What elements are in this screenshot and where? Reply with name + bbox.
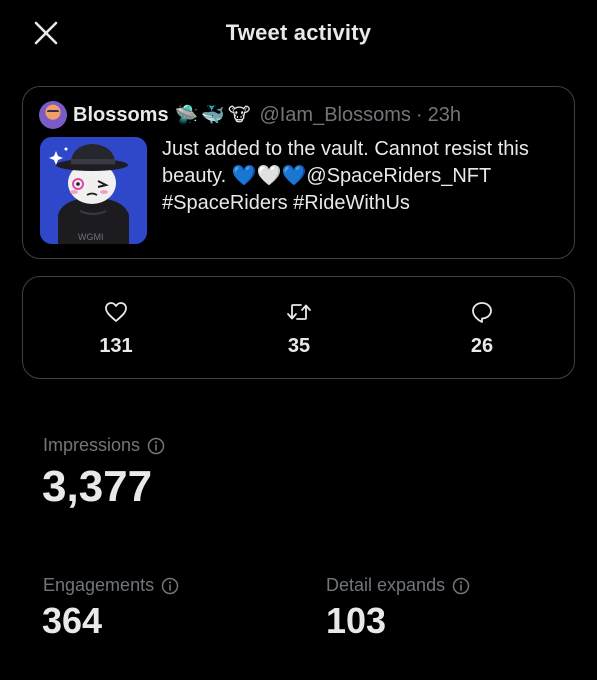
blue-heart-emoji: 💙 [231, 165, 257, 187]
info-icon[interactable] [147, 437, 165, 455]
whale-emoji: 🐳 [201, 105, 225, 126]
display-name[interactable]: Blossoms [73, 104, 169, 127]
retweet-icon [286, 299, 312, 325]
ufo-emoji: 🛸 [174, 105, 199, 126]
tweet-text-beauty: beauty. [162, 165, 232, 187]
tweet-meta: Blossoms 🛸 🐳 🐮 @Iam_Blossoms · 23h [39, 101, 461, 129]
replies-count: 26 [470, 335, 494, 357]
separator: · [415, 103, 423, 126]
detail-expands-label-row: Detail expands [326, 575, 470, 596]
likes-count: 131 [99, 335, 133, 357]
cow-emoji: 🐮 [227, 104, 251, 126]
detail-expands-value: 103 [326, 600, 387, 641]
heart-icon [103, 299, 129, 325]
tweet-activity-page: Tweet activity Blossoms 🛸 🐳 🐮 @Iam_Bloss… [0, 0, 597, 680]
detail-expands-label: Detail expands [326, 575, 446, 595]
engagements-value: 364 [42, 600, 103, 641]
tweet-text-line-2: beauty. 💙🤍💙@SpaceRiders_NFT [162, 163, 562, 190]
avatar[interactable] [39, 101, 67, 129]
engagements-label: Engagements [43, 575, 155, 595]
impressions-label: Impressions [43, 435, 141, 455]
engagement-stats-card: 131 35 26 [22, 276, 575, 379]
engagements-label-row: Engagements [43, 575, 179, 596]
impressions-value: 3,377 [42, 462, 153, 511]
tweet-image[interactable]: WGMI [40, 137, 147, 244]
likes-stat[interactable]: 131 [66, 299, 166, 358]
tweet-text-line-1: Just added to the vault. Cannot resist t… [162, 138, 529, 160]
user-handle[interactable]: @Iam_Blossoms [259, 104, 410, 127]
page-title: Tweet activity [225, 20, 372, 45]
white-heart-emoji: 🤍 [256, 165, 282, 187]
header: Tweet activity [0, 0, 597, 64]
impressions-label-row: Impressions [43, 435, 165, 456]
image-watermark: WGMI [78, 232, 104, 242]
info-icon[interactable] [452, 577, 470, 595]
reply-icon [469, 299, 495, 325]
hashtags[interactable]: #SpaceRiders #RideWithUs [162, 190, 562, 217]
info-icon[interactable] [161, 577, 179, 595]
retweets-stat[interactable]: 35 [249, 299, 349, 358]
tweet-card[interactable]: Blossoms 🛸 🐳 🐮 @Iam_Blossoms · 23h WGMI … [22, 86, 575, 259]
tweet-text: Just added to the vault. Cannot resist t… [162, 136, 562, 217]
replies-stat[interactable]: 26 [432, 299, 532, 358]
timestamp: 23h [427, 103, 461, 126]
mention-link[interactable]: @SpaceRiders_NFT [306, 165, 491, 187]
nft-character-image: WGMI [40, 137, 147, 244]
retweets-count: 35 [287, 335, 311, 357]
blue-heart-emoji: 💙 [281, 165, 307, 187]
